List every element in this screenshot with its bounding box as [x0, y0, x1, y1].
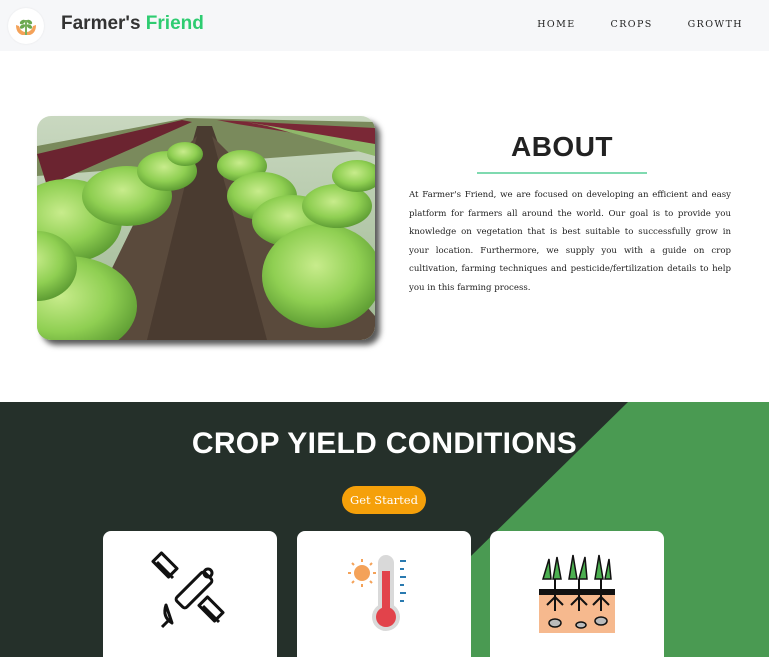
about-description: At Farmer's Friend, we are focused on de… [409, 190, 731, 293]
get-started-button[interactable]: Get Started [342, 486, 426, 514]
nav-links: HOME CROPS GROWTH [537, 19, 743, 30]
nav-crops-link[interactable]: CROPS [611, 19, 653, 30]
about-underline [477, 172, 647, 174]
brand-name-accent: Friend [145, 13, 204, 34]
about-title: ABOUT [510, 131, 614, 162]
soil-icon [539, 554, 615, 633]
nav-growth-link[interactable]: GROWTH [688, 19, 743, 30]
soil-card[interactable] [490, 531, 664, 657]
crop-yield-section: CROP YIELD CONDITIONS Get Started [0, 402, 769, 657]
navbar: Farmer's Friend HOME CROPS GROWTH [0, 0, 769, 51]
plant-in-hands-icon[interactable] [8, 8, 44, 44]
brand-name-part1: Farmer's [61, 13, 141, 34]
temperature-card[interactable] [297, 531, 471, 657]
satellite-icon [151, 551, 225, 629]
thermometer-icon [348, 555, 406, 631]
lettuce-field-image [37, 116, 375, 340]
crop-yield-title: CROP YIELD CONDITIONS [191, 427, 578, 460]
nav-home-link[interactable]: HOME [537, 19, 575, 30]
brand-name[interactable]: Farmer's Friend [61, 13, 204, 35]
satellite-card[interactable] [103, 531, 277, 657]
